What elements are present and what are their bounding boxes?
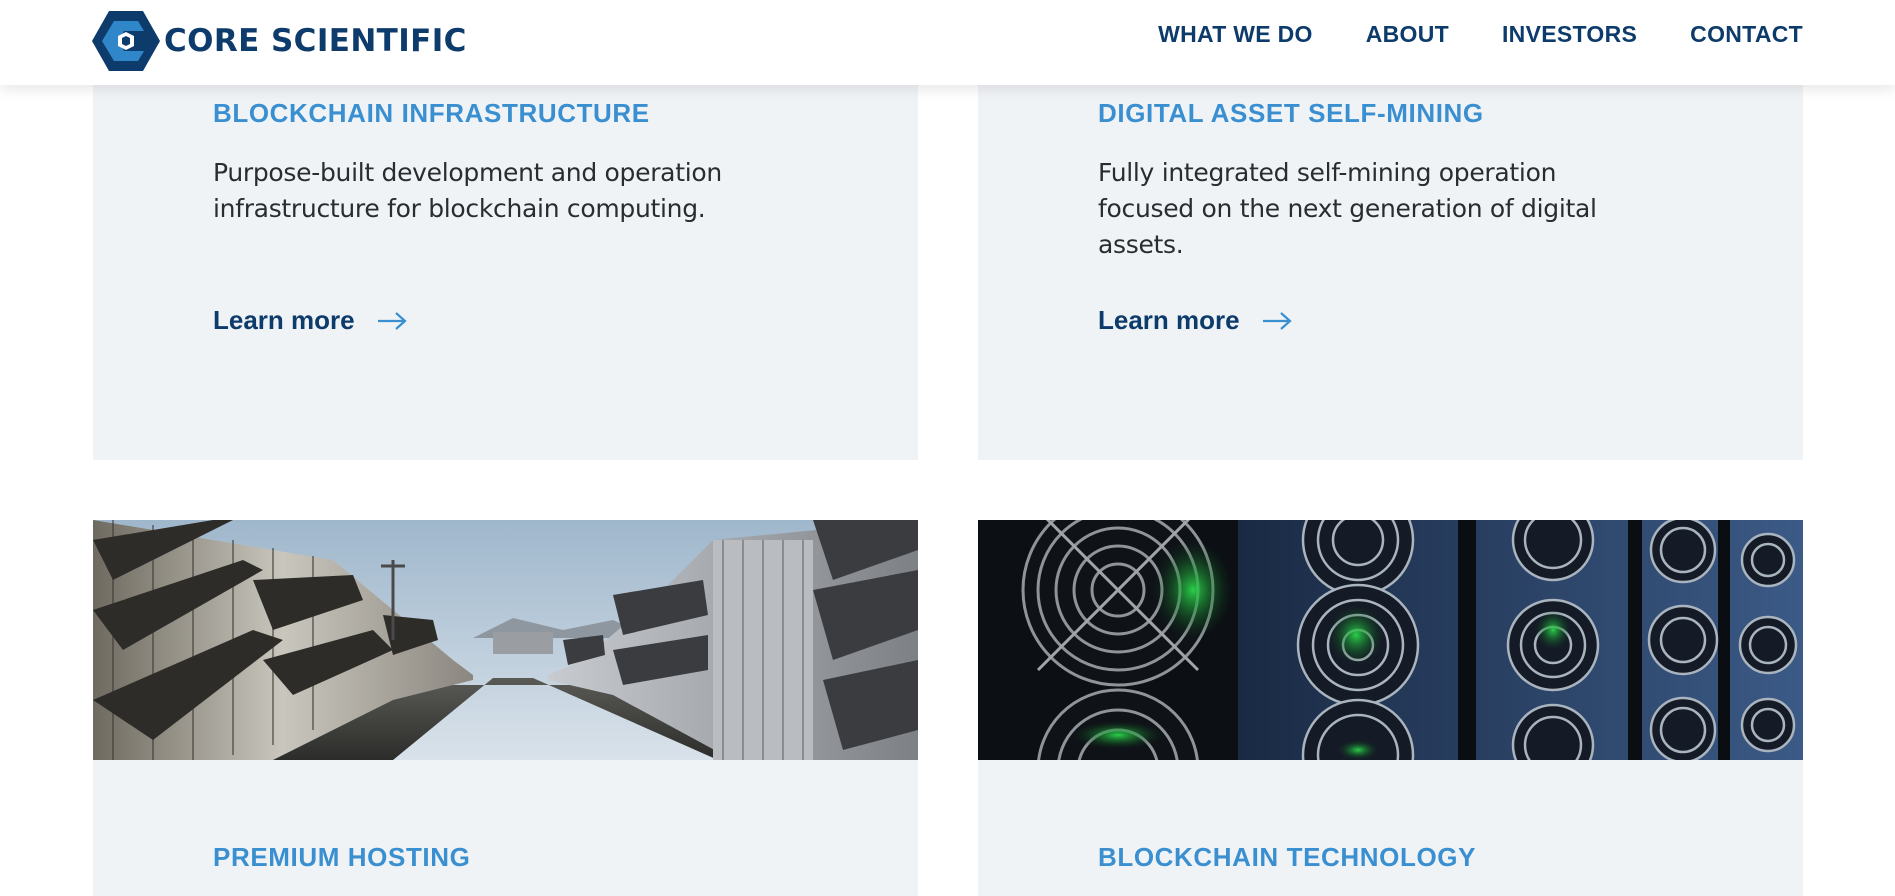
logo-wordmark: CORE SCIENTIFIC xyxy=(164,23,467,59)
card-description: Purpose-built development and operation … xyxy=(213,158,722,223)
card-title: BLOCKCHAIN INFRASTRUCTURE xyxy=(213,98,650,128)
arrow-right-icon xyxy=(377,311,407,330)
nav-about[interactable]: ABOUT xyxy=(1366,21,1449,48)
card-title: BLOCKCHAIN TECHNOLOGY xyxy=(1098,842,1477,872)
card-title: PREMIUM HOSTING xyxy=(213,842,471,872)
card-blockchain-technology: BLOCKCHAIN TECHNOLOGY xyxy=(978,760,1803,896)
card-title: DIGITAL ASSET SELF-MINING xyxy=(1098,98,1484,128)
card-description: Fully integrated self-mining operation f… xyxy=(1098,158,1597,259)
nav-investors[interactable]: INVESTORS xyxy=(1502,21,1637,48)
site-header: CORE SCIENTIFIC WHAT WE DO ABOUT INVESTO… xyxy=(0,0,1895,85)
card-premium-hosting: PREMIUM HOSTING xyxy=(93,760,918,896)
nav-contact[interactable]: CONTACT xyxy=(1690,21,1803,48)
learn-more-label: Learn more xyxy=(213,305,355,335)
core-scientific-logo-icon xyxy=(92,11,160,71)
nav-what-we-do[interactable]: WHAT WE DO xyxy=(1158,21,1313,48)
hosting-facility-photo xyxy=(93,520,918,760)
learn-more-link[interactable]: Learn more xyxy=(1098,305,1292,336)
main-nav: WHAT WE DO ABOUT INVESTORS CONTACT xyxy=(1158,21,1803,48)
arrow-right-icon xyxy=(1262,311,1292,330)
learn-more-label: Learn more xyxy=(1098,305,1240,335)
mining-rigs-photo xyxy=(978,520,1803,760)
learn-more-link[interactable]: Learn more xyxy=(213,305,407,336)
home-logo-link[interactable]: CORE SCIENTIFIC xyxy=(92,10,467,72)
